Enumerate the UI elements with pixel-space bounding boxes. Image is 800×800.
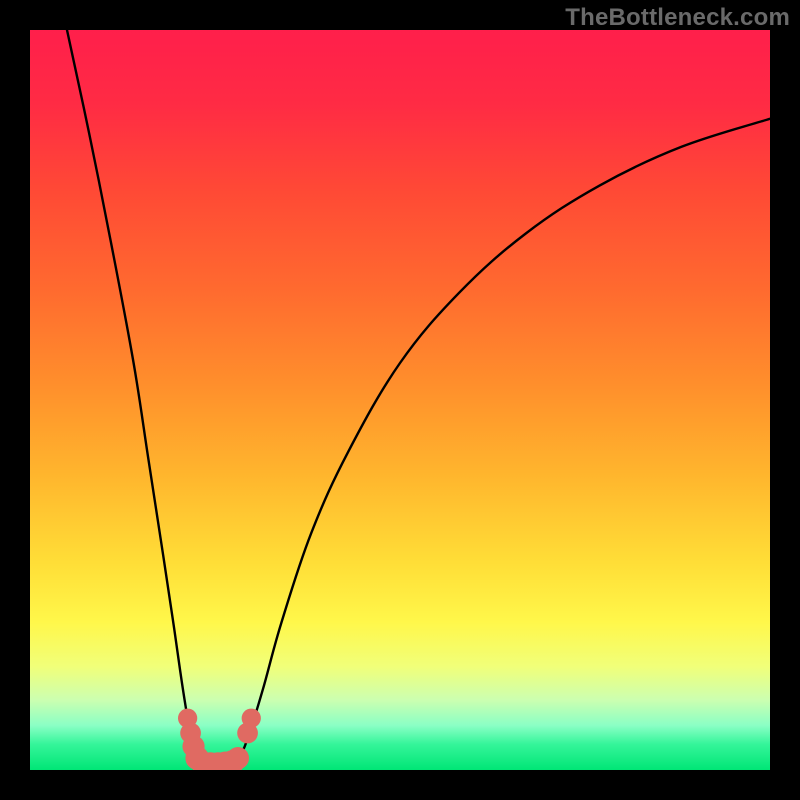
trough-dot: [242, 709, 261, 728]
series-right-branch: [239, 119, 770, 761]
watermark-text: TheBottleneck.com: [565, 4, 790, 32]
series-left-branch: [67, 30, 197, 761]
chart-curves: [30, 30, 770, 770]
trough-dots: [178, 709, 261, 770]
trough-dot: [227, 747, 249, 769]
outer-frame: TheBottleneck.com: [0, 0, 800, 800]
plot-area: [30, 30, 770, 770]
